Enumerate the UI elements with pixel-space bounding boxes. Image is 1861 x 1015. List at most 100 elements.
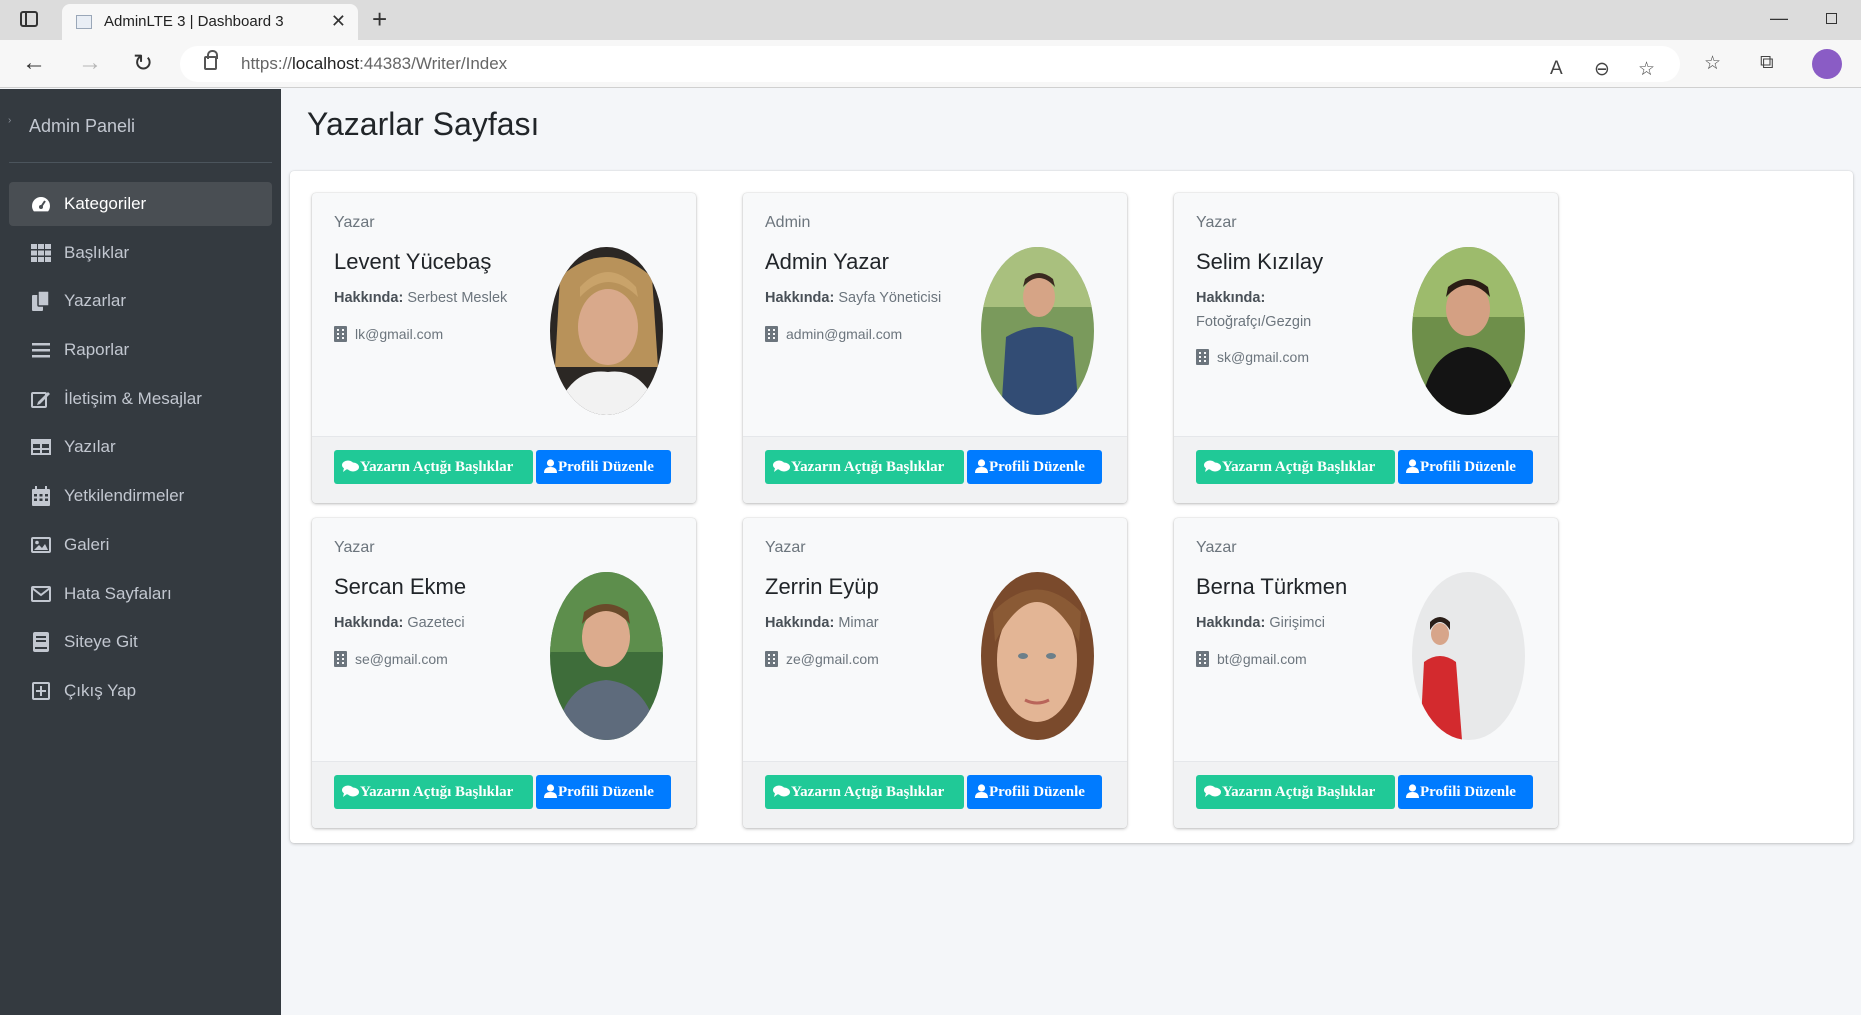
writer-name: Levent Yücebaş (334, 249, 492, 274)
user-icon (1406, 777, 1419, 811)
writer-about: Hakkında: Girişimci (1196, 615, 1325, 631)
edit-profile-button[interactable]: Profili Düzenle (967, 450, 1102, 484)
writer-card: Yazar Levent Yücebaş Hakkında: Serbest M… (312, 193, 696, 503)
user-icon (544, 777, 557, 811)
writer-titles-button[interactable]: Yazarın Açtığı Başlıklar (334, 775, 533, 809)
sidebar-item-label: İletişim & Mesajlar (64, 388, 202, 408)
comments-icon (1204, 452, 1221, 486)
favorite-add-icon[interactable]: ☆ (1638, 58, 1655, 81)
sidebar-item-kategoriler[interactable]: Kategoriler (9, 182, 272, 226)
sidebar-nav: Kategoriler Başlıklar Yazarlar Raporlar … (9, 182, 272, 718)
edit-profile-button[interactable]: Profili Düzenle (967, 775, 1102, 809)
tab-actions-icon[interactable] (20, 11, 38, 27)
back-icon[interactable]: ← (22, 49, 46, 77)
writer-photo (1412, 247, 1525, 415)
sidebar-item-label: Yetkilendirmeler (64, 486, 185, 506)
writers-container: Yazar Levent Yücebaş Hakkında: Serbest M… (290, 171, 1853, 843)
comments-icon (342, 777, 359, 811)
minimize-icon[interactable]: — (1770, 8, 1788, 29)
url-field[interactable]: https://localhost:44383/Writer/Index A ⊖… (180, 46, 1680, 82)
image-icon (31, 535, 51, 555)
writer-role: Yazar (765, 539, 806, 556)
tachometer-icon (31, 194, 51, 214)
sidebar-item-label: Galeri (64, 534, 110, 554)
brand-caret-icon: › (8, 115, 12, 126)
url-text[interactable]: https://localhost:44383/Writer/Index (241, 54, 507, 74)
sidebar-item-label: Yazılar (64, 437, 116, 457)
building-icon (765, 651, 778, 667)
writer-photo (981, 572, 1094, 740)
forward-icon[interactable]: → (78, 49, 102, 77)
writer-card: Yazar Selim Kızılay Hakkında: Fotoğrafçı… (1174, 193, 1558, 503)
sidebar-item-raporlar[interactable]: Raporlar (9, 328, 272, 372)
edit-profile-button[interactable]: Profili Düzenle (536, 775, 671, 809)
writer-name: Sercan Ekme (334, 574, 467, 599)
sidebar-item-hata-sayfalari[interactable]: Hata Sayfaları (9, 572, 272, 616)
zoom-out-icon[interactable]: ⊖ (1594, 58, 1610, 81)
tab-title: AdminLTE 3 | Dashboard 3 (104, 13, 284, 30)
page-favicon-icon (76, 15, 92, 29)
read-aloud-icon[interactable]: A (1550, 58, 1563, 80)
writer-photo (550, 247, 663, 415)
envelope-icon (31, 584, 51, 604)
edit-profile-button[interactable]: Profili Düzenle (1398, 775, 1533, 809)
writer-titles-button[interactable]: Yazarın Açtığı Başlıklar (1196, 450, 1395, 484)
card-footer: Yazarın Açtığı Başlıklar Profili Düzenle (312, 761, 696, 828)
writer-about: Hakkında: Gazeteci (334, 615, 465, 631)
writer-card: Yazar Zerrin Eyüp Hakkında: Mimar ze@gma… (743, 518, 1127, 828)
sidebar-item-yazilar[interactable]: Yazılar (9, 425, 272, 469)
building-icon (334, 326, 347, 342)
sidebar-item-cikis-yap[interactable]: Çıkış Yap (9, 669, 272, 713)
sidebar-item-label: Başlıklar (64, 242, 130, 262)
user-icon (975, 777, 988, 811)
new-tab-icon[interactable]: + (372, 4, 387, 35)
writer-role: Yazar (334, 539, 375, 556)
collections-icon[interactable]: ⧉ (1760, 52, 1774, 74)
writer-about: Hakkında: Sayfa Yöneticisi (765, 290, 942, 306)
browser-tabbar: AdminLTE 3 | Dashboard 3 ✕ + — (0, 0, 1861, 40)
writer-photo (981, 247, 1094, 415)
table-icon (31, 437, 51, 457)
edit-profile-button[interactable]: Profili Düzenle (1398, 450, 1533, 484)
sidebar-item-iletisim[interactable]: İletişim & Mesajlar (9, 377, 272, 421)
sidebar-item-yetkilendirmeler[interactable]: Yetkilendirmeler (9, 474, 272, 518)
card-footer: Yazarın Açtığı Başlıklar Profili Düzenle (1174, 436, 1558, 503)
writer-about: Hakkında: Mimar (765, 615, 879, 631)
writer-name: Selim Kızılay (1196, 249, 1324, 274)
writer-titles-button[interactable]: Yazarın Açtığı Başlıklar (765, 450, 964, 484)
writer-titles-button[interactable]: Yazarın Açtığı Başlıklar (765, 775, 964, 809)
writer-name: Zerrin Eyüp (765, 574, 879, 599)
sidebar-item-basliklar[interactable]: Başlıklar (9, 231, 272, 275)
card-footer: Yazarın Açtığı Başlıklar Profili Düzenle (1174, 761, 1558, 828)
comments-icon (342, 452, 359, 486)
writer-titles-button[interactable]: Yazarın Açtığı Başlıklar (334, 450, 533, 484)
sidebar-item-galeri[interactable]: Galeri (9, 523, 272, 567)
brand-title[interactable]: Admin Paneli (29, 116, 135, 137)
sidebar-item-label: Hata Sayfaları (64, 583, 172, 603)
favorites-icon[interactable]: ☆ (1704, 52, 1721, 75)
browser-tab[interactable]: AdminLTE 3 | Dashboard 3 ✕ (62, 4, 358, 40)
writer-email: admin@gmail.com (765, 326, 902, 342)
user-icon (975, 452, 988, 486)
building-icon (1196, 349, 1209, 365)
bars-icon (31, 340, 51, 360)
profile-avatar[interactable] (1812, 49, 1842, 79)
writer-titles-button[interactable]: Yazarın Açtığı Başlıklar (1196, 775, 1395, 809)
writer-email: se@gmail.com (334, 651, 448, 667)
lock-icon[interactable] (204, 50, 218, 70)
restore-icon[interactable] (1826, 13, 1837, 24)
writer-name: Admin Yazar (765, 249, 889, 274)
sidebar-item-siteye-git[interactable]: Siteye Git (9, 620, 272, 664)
writer-about: Hakkında: Serbest Meslek (334, 290, 508, 306)
edit-profile-button[interactable]: Profili Düzenle (536, 450, 671, 484)
user-icon (544, 452, 557, 486)
refresh-icon[interactable]: ↻ (133, 49, 153, 78)
close-tab-icon[interactable]: ✕ (331, 11, 346, 32)
page-title: Yazarlar Sayfası (307, 106, 540, 142)
writer-email: ze@gmail.com (765, 651, 879, 667)
card-footer: Yazarın Açtığı Başlıklar Profili Düzenle (312, 436, 696, 503)
sidebar-item-yazarlar[interactable]: Yazarlar (9, 279, 272, 323)
writer-about: Hakkında: Fotoğrafçı/Gezgin (1196, 290, 1312, 330)
card-footer: Yazarın Açtığı Başlıklar Profili Düzenle (743, 436, 1127, 503)
divider (9, 162, 272, 163)
